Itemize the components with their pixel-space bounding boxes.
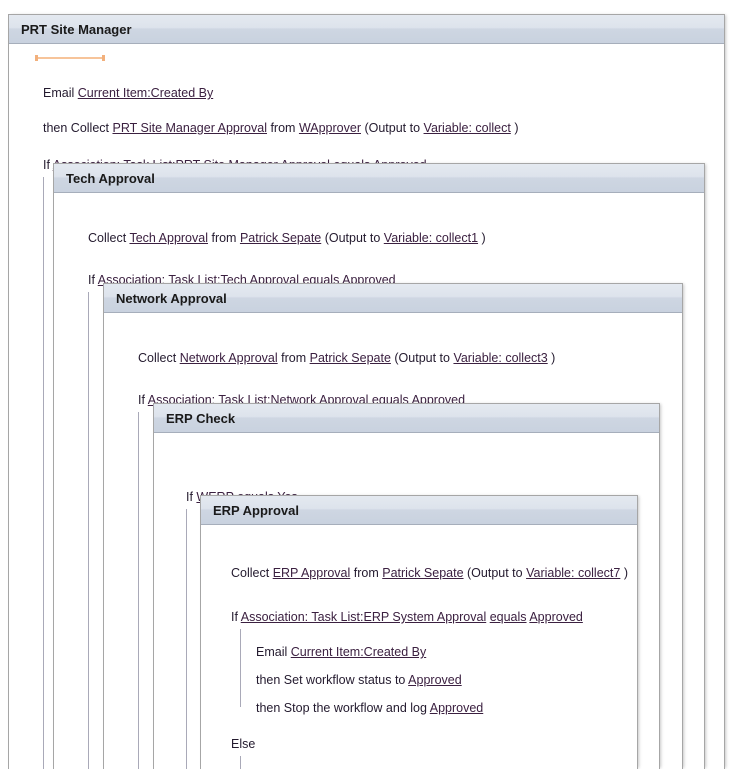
activity-panel-title-tech-approval: Tech Approval	[54, 164, 704, 193]
branch-rail	[186, 509, 187, 769]
statement-text: )	[478, 231, 486, 245]
statement-network-collect[interactable]: Collect Network Approval from Patrick Se…	[138, 351, 555, 366]
statement-root-collect[interactable]: then Collect PRT Site Manager Approval f…	[43, 121, 518, 136]
statement-tech-collect[interactable]: Collect Tech Approval from Patrick Sepat…	[88, 231, 486, 246]
statement-link[interactable]: PRT Site Manager Approval	[112, 121, 267, 135]
statement-link[interactable]: ERP Approval	[273, 566, 351, 580]
statement-text: from	[266, 121, 299, 135]
statement-link[interactable]: Approved	[408, 673, 462, 687]
statement-text: (Output to	[390, 351, 454, 365]
branch-rail	[240, 629, 241, 707]
statement-link[interactable]: equals	[490, 610, 527, 624]
statement-text: If	[88, 273, 98, 287]
statement-text: (Output to	[463, 566, 527, 580]
statement-root-email[interactable]: Email Current Item:Created By	[43, 86, 213, 101]
statement-link[interactable]: Patrick Sepate	[310, 351, 391, 365]
insertion-indicator	[35, 55, 105, 61]
statement-link[interactable]: Patrick Sepate	[382, 566, 463, 580]
activity-panel-title-erp-approval: ERP Approval	[201, 496, 637, 525]
branch-rail	[88, 292, 89, 769]
branch-rail	[240, 756, 241, 769]
statement-text: (Output to	[321, 231, 384, 245]
insertion-indicator-right-cap	[102, 55, 105, 61]
statement-link[interactable]: Tech Approval	[129, 231, 208, 245]
statement-text: Email	[43, 86, 78, 100]
statement-link[interactable]: Approved	[529, 610, 583, 624]
statement-erpappr-else[interactable]: Else	[231, 737, 255, 752]
statement-erpappr-then-stop[interactable]: then Stop the workflow and log Approved	[256, 701, 483, 716]
statement-text: then Set workflow status to	[256, 673, 409, 687]
statement-link[interactable]: Variable: collect3	[453, 351, 547, 365]
workflow-designer-canvas: PRT Site Manager Email Current Item:Crea…	[0, 0, 737, 769]
statement-link[interactable]: Association: Task List:ERP System Approv…	[241, 610, 486, 624]
statement-link[interactable]: Variable: collect1	[384, 231, 478, 245]
statement-text: If	[43, 158, 53, 172]
statement-text: Collect	[138, 351, 180, 365]
statement-erpappr-if[interactable]: If Association: Task List:ERP System App…	[231, 610, 583, 625]
statement-link[interactable]: Approved	[430, 701, 484, 715]
activity-panel-erp-approval[interactable]: ERP Approval Collect ERP Approval from P…	[200, 495, 638, 769]
statement-text: If	[231, 610, 241, 624]
statement-text: )	[620, 566, 628, 580]
statement-link[interactable]: Variable: collect	[424, 121, 511, 135]
statement-text: from	[208, 231, 240, 245]
activity-panel-title-network-approval: Network Approval	[104, 284, 682, 313]
statement-erpappr-then-email[interactable]: Email Current Item:Created By	[256, 645, 426, 660]
statement-text: Else	[231, 737, 256, 751]
statement-text: )	[510, 121, 519, 135]
statement-text: then Collect	[43, 121, 113, 135]
statement-text: (Output to	[361, 121, 424, 135]
activity-panel-title-prt-site-manager: PRT Site Manager	[9, 15, 724, 44]
statement-text: )	[547, 351, 556, 365]
statement-link[interactable]: Current Item:Created By	[78, 86, 213, 100]
branch-rail	[138, 412, 139, 769]
statement-erpappr-collect[interactable]: Collect ERP Approval from Patrick Sepate…	[231, 566, 628, 581]
statement-text: If	[138, 393, 148, 407]
statement-text: from	[350, 566, 383, 580]
activity-panel-title-erp-check: ERP Check	[154, 404, 659, 433]
statement-link[interactable]: Patrick Sepate	[240, 231, 321, 245]
insertion-indicator-line	[38, 57, 102, 59]
statement-text: Collect	[231, 566, 273, 580]
statement-link[interactable]: Current Item:Created By	[291, 645, 426, 659]
statement-link[interactable]: WApprover	[299, 121, 361, 135]
statement-text: from	[277, 351, 310, 365]
activity-panel-body-erp-approval: Collect ERP Approval from Patrick Sepate…	[201, 525, 637, 769]
statement-link[interactable]: Variable: collect7	[526, 566, 620, 580]
statement-text: then Stop the workflow and log	[256, 701, 430, 715]
branch-rail	[43, 177, 44, 769]
statement-erpappr-then-status[interactable]: then Set workflow status to Approved	[256, 673, 462, 688]
statement-text: If	[186, 490, 197, 504]
statement-text: Collect	[88, 231, 130, 245]
statement-text: Email	[256, 645, 291, 659]
statement-link[interactable]: Network Approval	[180, 351, 278, 365]
